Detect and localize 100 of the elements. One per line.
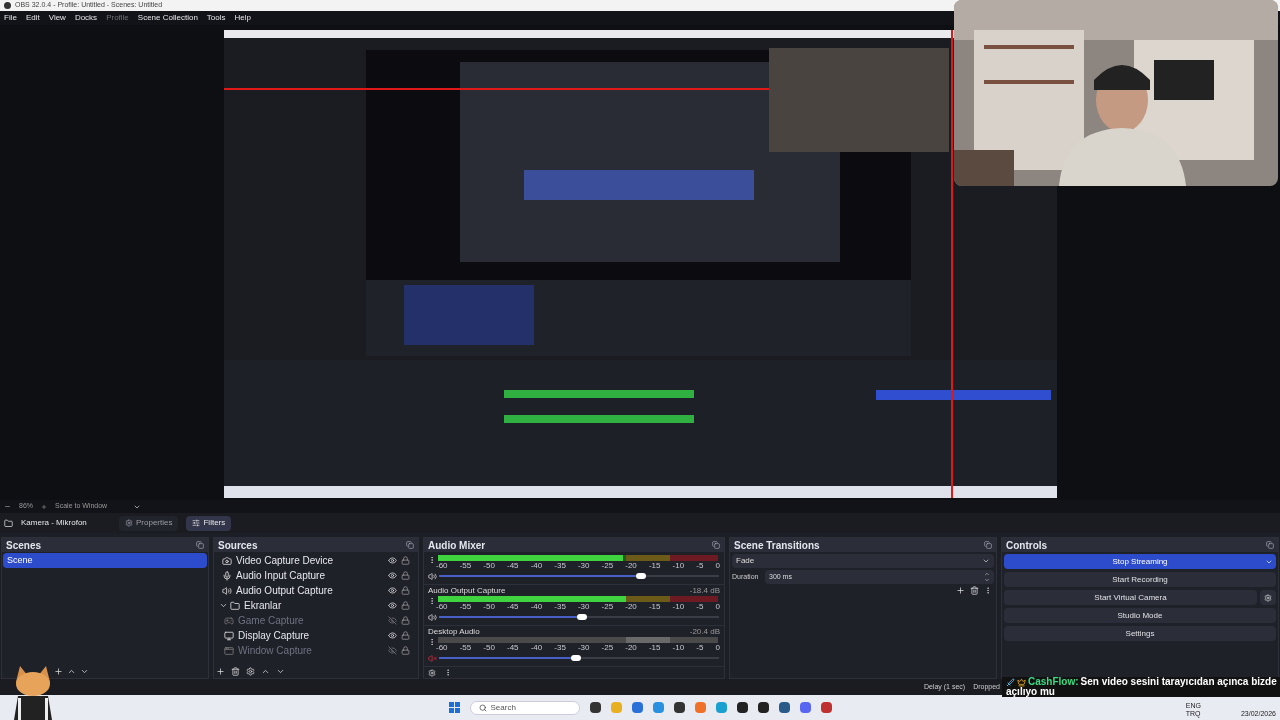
- control-button[interactable]: Studio Mode: [1004, 608, 1276, 623]
- source-item[interactable]: Video Capture Device: [218, 553, 418, 568]
- decrement-icon[interactable]: [984, 577, 990, 583]
- undock-icon[interactable]: [712, 541, 720, 549]
- taskbar-app-icon[interactable]: [778, 702, 790, 713]
- add-icon[interactable]: [54, 666, 63, 676]
- taskbar-app-icon[interactable]: [757, 702, 769, 713]
- filters-icon: [192, 519, 201, 527]
- lock-icon[interactable]: [401, 601, 410, 610]
- scale-label: -60: [436, 643, 448, 652]
- gear-icon: [1264, 593, 1272, 602]
- app-logo-icon: [4, 2, 11, 9]
- camera-icon: [222, 555, 232, 566]
- monitor-icon: [224, 630, 234, 641]
- channel-reading: -20.4 dB: [689, 625, 720, 638]
- zoom-out-icon[interactable]: [4, 503, 11, 510]
- speaker-icon[interactable]: [428, 612, 437, 622]
- volume-slider[interactable]: [439, 655, 719, 661]
- transition-dropdown[interactable]: Fade: [732, 554, 994, 568]
- scale-label: -60: [436, 602, 448, 611]
- menu-item[interactable]: File: [4, 12, 17, 24]
- visibility-icon[interactable]: [388, 586, 397, 595]
- taskbar-app-icon[interactable]: [736, 702, 748, 713]
- lock-icon[interactable]: [401, 586, 410, 595]
- channel-menu-icon[interactable]: [428, 555, 436, 565]
- volume-slider[interactable]: [439, 614, 719, 620]
- lock-icon[interactable]: [401, 631, 410, 640]
- chat-text: açılıyo mu: [1006, 687, 1056, 697]
- settings-button[interactable]: [1260, 590, 1276, 605]
- slider-handle[interactable]: [576, 614, 587, 620]
- menu-item[interactable]: Tools: [206, 12, 226, 24]
- scale-label: -25: [601, 643, 614, 652]
- speaker-icon[interactable]: [428, 571, 437, 581]
- settings-icon[interactable]: [428, 668, 436, 677]
- source-item[interactable]: Audio Output Capture: [218, 583, 418, 598]
- lock-icon[interactable]: [401, 571, 410, 580]
- add-icon[interactable]: [956, 586, 965, 595]
- channel-menu-icon[interactable]: [428, 637, 436, 647]
- scale-label: -5: [696, 643, 704, 652]
- source-tab[interactable]: Filters: [186, 515, 232, 531]
- start-icon[interactable]: [448, 702, 460, 713]
- control-button[interactable]: Stop Streaming: [1004, 554, 1276, 569]
- source-item[interactable]: Display Capture: [218, 628, 418, 643]
- control-button[interactable]: Start Virtual Camera: [1004, 590, 1257, 605]
- caret-icon: [982, 557, 990, 565]
- menu-item[interactable]: Help: [234, 12, 251, 24]
- scale-label: -55: [459, 602, 472, 611]
- undock-icon[interactable]: [984, 541, 992, 549]
- lock-icon[interactable]: [401, 646, 410, 655]
- scale-label: -50: [483, 602, 495, 611]
- scale-label: -50: [483, 561, 495, 570]
- control-button[interactable]: Settings: [1004, 626, 1276, 641]
- settings-icon[interactable]: [246, 666, 255, 676]
- channel-menu-icon[interactable]: [428, 596, 436, 606]
- menu-item[interactable]: Scene Collection: [137, 12, 198, 24]
- visibility-icon[interactable]: [388, 631, 397, 640]
- search-field[interactable]: Search: [469, 700, 580, 715]
- speaker-icon: [222, 585, 232, 596]
- add-icon[interactable]: [216, 666, 225, 676]
- scale-label: -30: [577, 561, 590, 570]
- source-name: Display Capture: [238, 629, 311, 643]
- hidden-icon[interactable]: [388, 616, 397, 625]
- undock-icon[interactable]: [1266, 541, 1274, 549]
- expand-icon[interactable]: [219, 601, 228, 610]
- menu-item[interactable]: Docks: [74, 12, 98, 24]
- increment-icon[interactable]: [984, 571, 990, 577]
- menu-icon[interactable]: [444, 668, 452, 677]
- source-name: Audio Input Capture: [236, 569, 326, 583]
- delete-icon[interactable]: [231, 666, 240, 676]
- crown-icon: [1017, 677, 1026, 687]
- hidden-icon[interactable]: [388, 646, 397, 655]
- visibility-icon[interactable]: [388, 601, 397, 610]
- menu-icon[interactable]: [984, 586, 992, 595]
- undock-icon[interactable]: [196, 541, 204, 549]
- source-item[interactable]: Ekranlar: [218, 598, 418, 613]
- slider-handle[interactable]: [635, 573, 646, 579]
- slider-handle[interactable]: [571, 655, 582, 661]
- taskbar-app-icon[interactable]: [589, 702, 601, 713]
- taskbar-app-icon[interactable]: [673, 702, 685, 713]
- delete-icon[interactable]: [970, 586, 979, 595]
- source-name: Video Capture Device: [236, 554, 335, 568]
- menu-item[interactable]: Edit: [25, 12, 40, 24]
- source-tab[interactable]: Properties: [119, 515, 179, 531]
- dock-title: Sources: [218, 538, 258, 553]
- source-icon: [4, 518, 13, 528]
- scale-label: -20: [625, 643, 637, 652]
- control-button[interactable]: Start Recording: [1004, 572, 1276, 587]
- undock-icon[interactable]: [406, 541, 414, 549]
- scale-label: -25: [601, 561, 614, 570]
- volume-slider[interactable]: [439, 573, 719, 579]
- scale-label: -45: [506, 561, 519, 570]
- visibility-icon[interactable]: [388, 556, 397, 565]
- chat-username: CashFlow:: [1028, 677, 1079, 687]
- menu-item[interactable]: View: [48, 12, 66, 24]
- visibility-icon[interactable]: [388, 571, 397, 580]
- lock-icon[interactable]: [401, 616, 410, 625]
- scene-item[interactable]: Scene: [3, 553, 207, 568]
- source-item[interactable]: Audio Input Capture: [218, 568, 418, 583]
- scale-label: -25: [601, 602, 614, 611]
- lock-icon[interactable]: [401, 556, 410, 565]
